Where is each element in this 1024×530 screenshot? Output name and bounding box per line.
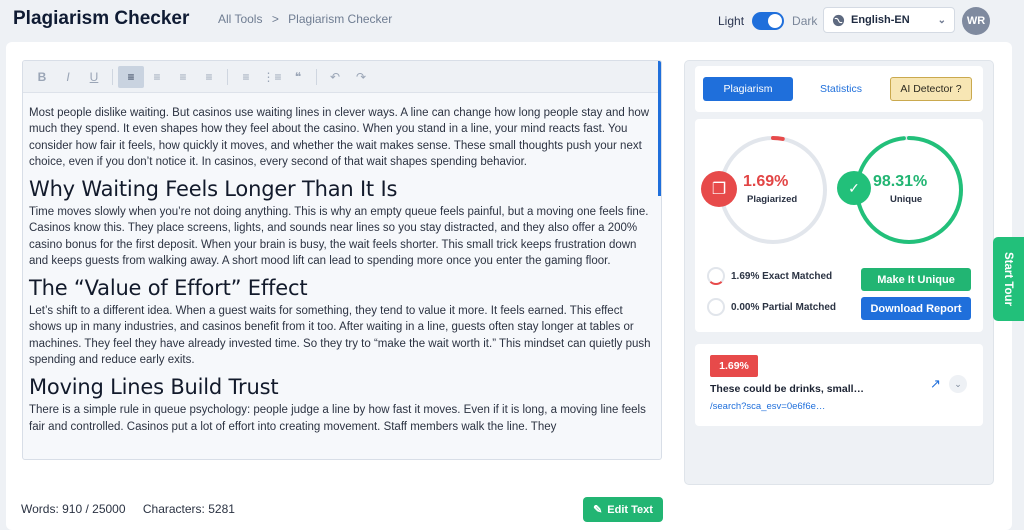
breadcrumb-separator: > [271,12,279,26]
align-justify-icon[interactable]: ≡ [196,66,222,88]
quote-icon[interactable]: ❝ [285,66,311,88]
ordered-list-icon[interactable]: ≡ [233,66,259,88]
results-panel: Plagiarism Statistics AI Detector ? ❐ 1.… [684,60,994,485]
tab-statistics[interactable]: Statistics [805,77,877,101]
heading: Moving Lines Build Trust [29,374,279,399]
align-right-icon[interactable]: ≡ [170,66,196,88]
toolbar-divider [316,68,317,85]
download-report-button[interactable]: Download Report [861,297,971,320]
toggle-knob [768,14,783,28]
exact-match-ring-icon [707,267,725,285]
copy-icon: ❐ [701,171,737,207]
score-card: ❐ 1.69% Plagiarized ✓ 98.31% Unique 1.69… [695,119,983,332]
align-left-icon[interactable]: ≡ [118,65,144,88]
language-value: English-EN [851,14,910,26]
partial-matched-row: 0.00% Partial Matched [707,298,836,316]
theme-dark-label: Dark [792,14,818,28]
paragraph: Time moves slowly when you’re not doing … [29,206,649,268]
edit-text-button[interactable]: ✎ Edit Text [583,497,663,522]
paragraph: There is a simple rule in queue psycholo… [29,404,646,433]
start-tour-label: Start Tour [1002,251,1015,307]
edit-text-label: Edit Text [607,503,653,516]
top-bar: Plagiarism Checker All Tools > Plagiaris… [0,0,1024,40]
undo-icon[interactable]: ↶ [322,66,348,88]
globe-icon [832,14,845,26]
tab-plagiarism[interactable]: Plagiarism [703,77,793,101]
paragraph: Most people dislike waiting. But casinos… [29,107,650,169]
plagiarized-label: Plagiarized [747,194,798,205]
word-count: Words: 910 / 25000 [21,502,126,516]
result-tabs: Plagiarism Statistics AI Detector ? [695,66,983,112]
exact-matched-text: 1.69% Exact Matched [731,270,833,282]
unique-percent: 98.31% [873,173,928,190]
redo-icon[interactable]: ↷ [348,66,374,88]
avatar[interactable]: WR [962,7,990,35]
character-count: Characters: 5281 [142,502,235,516]
text-editor[interactable]: B I U ≡ ≡ ≡ ≡ ≡ ⋮≡ ❝ ↶ ↷ Most people dis… [22,60,662,460]
italic-icon[interactable]: I [55,66,81,88]
breadcrumb: All Tools > Plagiarism Checker [218,12,398,26]
exact-matched-row: 1.69% Exact Matched [707,267,832,285]
language-select[interactable]: English-EN ⌄ [823,7,955,33]
partial-matched-text: 0.00% Partial Matched [731,301,837,313]
plagiarized-percent: 1.69% [743,173,789,190]
source-match-badge: 1.69% [710,355,758,377]
chevron-down-icon[interactable]: ⌄ [949,375,967,393]
start-tour-button[interactable]: Start Tour [993,237,1024,321]
source-link[interactable]: /search?sca_esv=0e6f6e… [710,401,825,412]
heading: Why Waiting Feels Longer Than It Is [29,176,398,201]
source-title: These could be drinks, small… [710,383,865,395]
theme-toggle[interactable] [752,12,785,30]
bullet-list-icon[interactable]: ⋮≡ [259,66,285,88]
editor-scrollbar[interactable] [658,61,661,196]
tab-ai-detector[interactable]: AI Detector ? [890,77,972,101]
edit-icon: ✎ [593,504,603,516]
check-circle-icon: ✓ [837,171,871,205]
text-counts: Words: 910 / 25000 Characters: 5281 [21,502,249,516]
partial-match-ring-icon [707,298,725,316]
toolbar-divider [227,68,228,85]
toolbar-divider [112,68,113,85]
breadcrumb-all-tools[interactable]: All Tools [218,12,262,26]
chevron-down-icon: ⌄ [937,14,946,26]
bold-icon[interactable]: B [29,66,55,88]
paragraph: Let’s shift to a different idea. When a … [29,305,651,367]
unique-label: Unique [890,194,923,205]
make-it-unique-button[interactable]: Make It Unique [861,268,971,291]
editor-toolbar: B I U ≡ ≡ ≡ ≡ ≡ ⋮≡ ❝ ↶ ↷ [23,61,661,93]
underline-icon[interactable]: U [81,66,107,88]
breadcrumb-current: Plagiarism Checker [288,12,393,26]
align-center-icon[interactable]: ≡ [144,66,170,88]
source-card[interactable]: 1.69% These could be drinks, small… /sea… [695,344,983,426]
heading: The “Value of Effort” Effect [29,275,308,300]
editor-content[interactable]: Most people dislike waiting. But casinos… [23,93,661,435]
app-title: Plagiarism Checker [13,8,190,29]
theme-switch: Light Dark [718,12,817,30]
theme-light-label: Light [718,14,745,28]
external-link-icon[interactable]: ↗ [930,376,941,392]
